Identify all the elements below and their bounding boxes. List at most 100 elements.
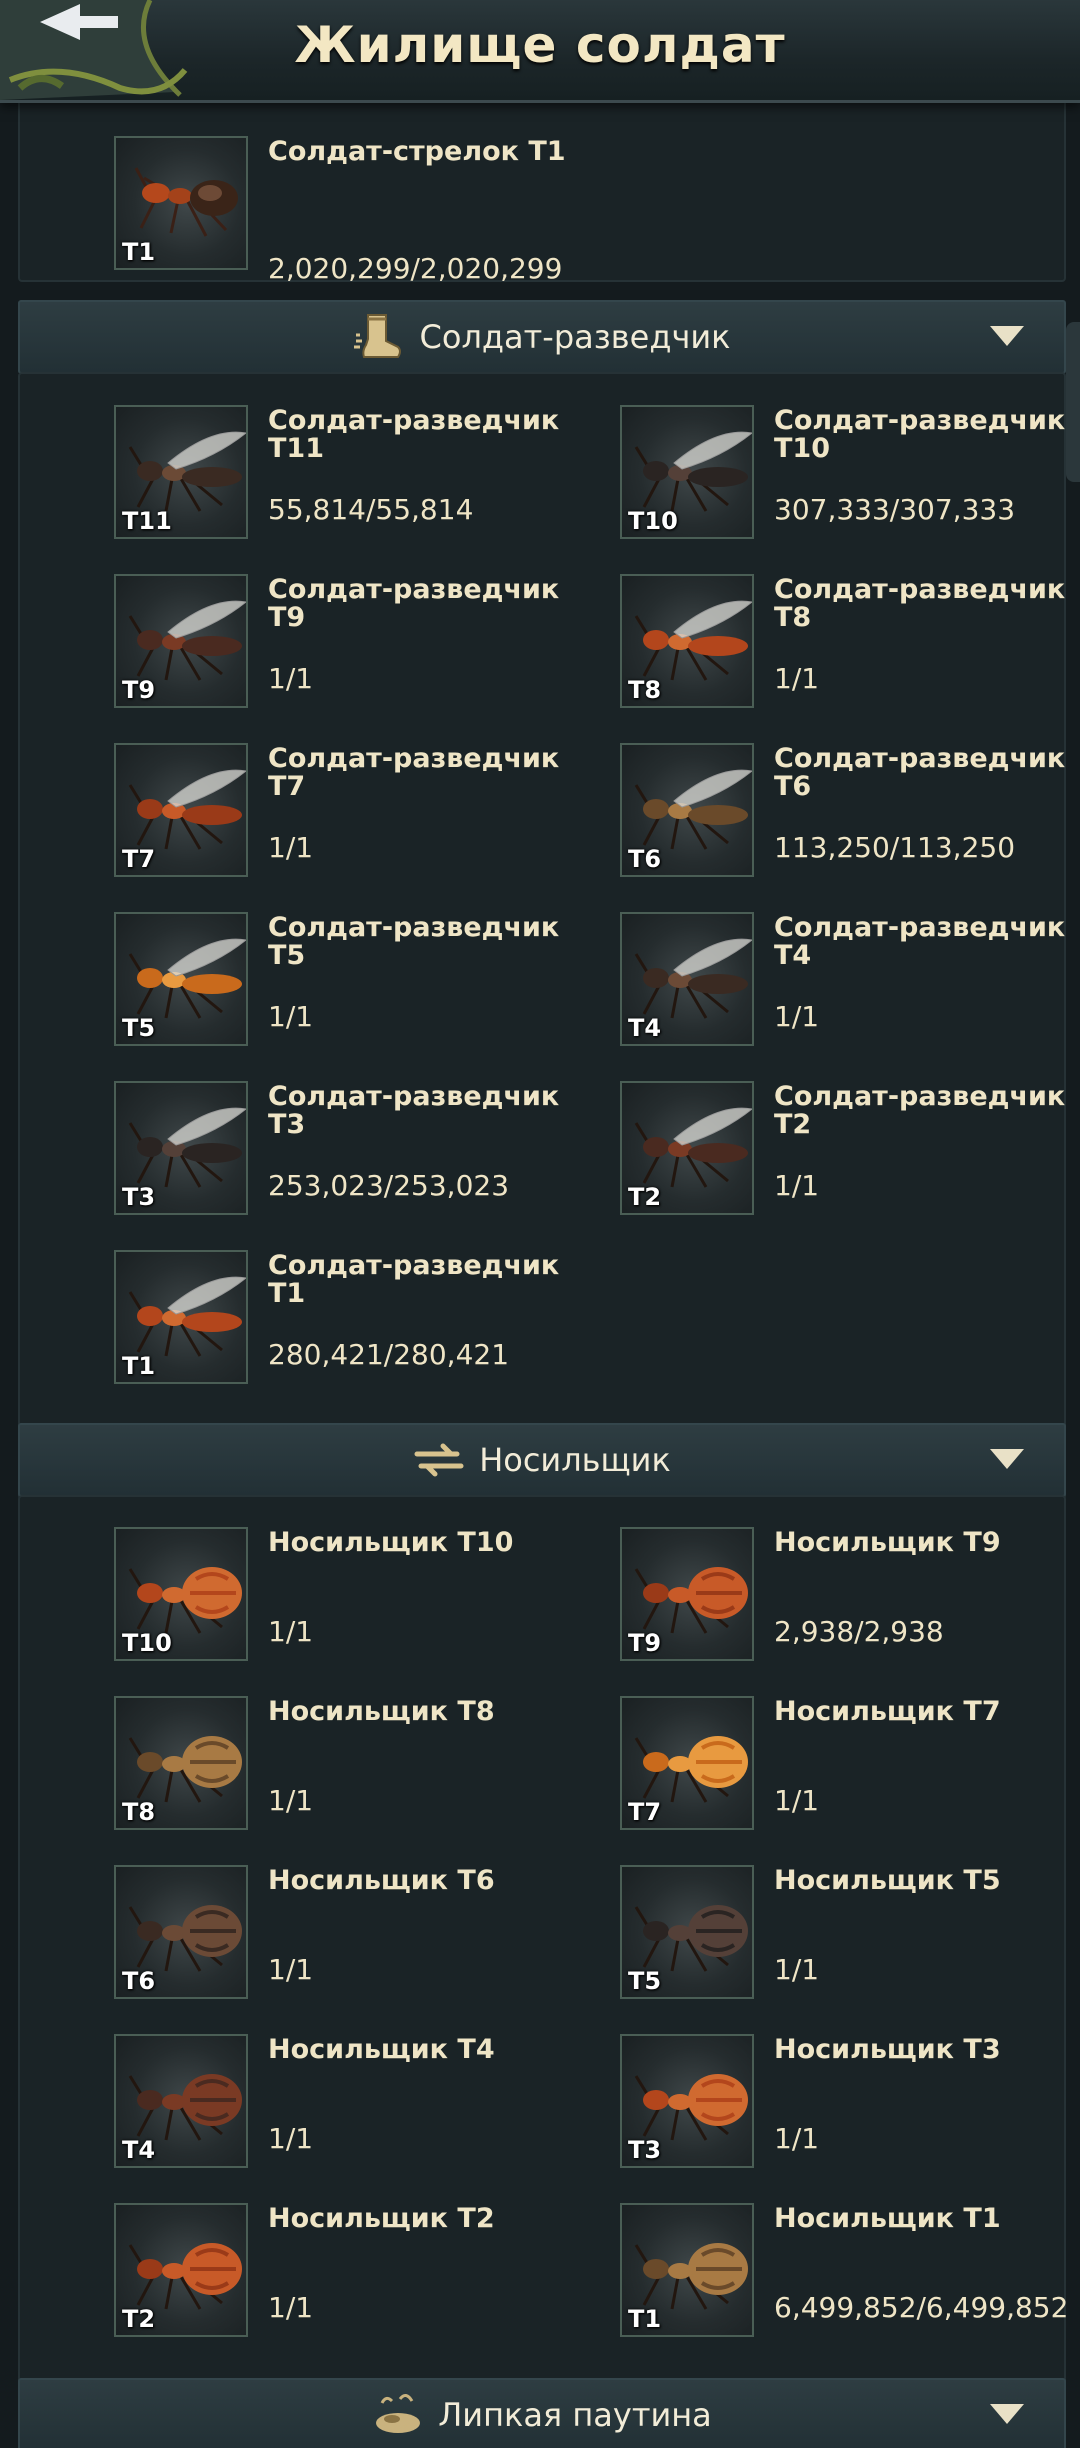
tier-label: T9: [628, 1629, 662, 1657]
unit-card: T6 Солдат-разведчик T6 113,250/113,250: [620, 743, 1080, 883]
unit-card: T3 Солдат-разведчик T3 253,023/253,023: [114, 1081, 594, 1221]
unit-count: 2,020,299/2,020,299: [268, 252, 563, 285]
unit-card: T8 Солдат-разведчик T8 1/1: [620, 574, 1080, 714]
unit-portrait[interactable]: T9: [114, 574, 248, 708]
tier-label: T8: [628, 676, 662, 704]
unit-card: T6 Носильщик T6 1/1: [114, 1865, 594, 2005]
unit-portrait[interactable]: T8: [114, 1696, 248, 1830]
unit-name: Солдат-разведчик T1: [268, 1250, 560, 1309]
unit-name: Носильщик T3: [774, 2034, 1001, 2065]
tier-label: T1: [122, 1352, 156, 1380]
unit-portrait[interactable]: T1: [620, 2203, 754, 2337]
unit-count: 280,421/280,421: [268, 1338, 510, 1371]
tier-label: T5: [122, 1014, 156, 1042]
unit-portrait[interactable]: T9: [620, 1527, 754, 1661]
unit-card: T7 Носильщик T7 1/1: [620, 1696, 1080, 1836]
unit-portrait[interactable]: T4: [114, 2034, 248, 2168]
chevron-down-icon[interactable]: [990, 1449, 1024, 1469]
section-title: Липкая паутина: [438, 2396, 712, 2434]
unit-portrait[interactable]: T5: [114, 912, 248, 1046]
unit-portrait[interactable]: T11: [114, 405, 248, 539]
unit-portrait[interactable]: T2: [620, 1081, 754, 1215]
section-header-scout[interactable]: Солдат-разведчик: [18, 300, 1066, 374]
unit-portrait[interactable]: T1: [114, 136, 248, 270]
unit-portrait[interactable]: T2: [114, 2203, 248, 2337]
section-title: Носильщик: [479, 1441, 671, 1479]
unit-count: 1/1: [774, 1784, 820, 1817]
unit-portrait[interactable]: T4: [620, 912, 754, 1046]
unit-portrait[interactable]: T10: [620, 405, 754, 539]
unit-card: T11 Солдат-разведчик T11 55,814/55,814: [114, 405, 594, 545]
unit-card: T8 Носильщик T8 1/1: [114, 1696, 594, 1836]
unit-count: 1/1: [774, 662, 820, 695]
tier-label: T7: [628, 1798, 662, 1826]
unit-portrait[interactable]: T1: [114, 1250, 248, 1384]
unit-portrait[interactable]: T7: [620, 1696, 754, 1830]
unit-portrait[interactable]: T6: [114, 1865, 248, 1999]
tier-label: T11: [122, 507, 172, 535]
unit-portrait[interactable]: T7: [114, 743, 248, 877]
unit-name: Солдат-разведчик T9: [268, 574, 560, 633]
unit-count: 1/1: [268, 2122, 314, 2155]
page-title: Жилище солдат: [294, 16, 786, 74]
scrollbar[interactable]: [1066, 322, 1080, 482]
unit-name: Носильщик T8: [268, 1696, 495, 1727]
web-icon: [376, 2394, 421, 2433]
unit-count: 6,499,852/6,499,852: [774, 2291, 1069, 2324]
unit-card: T2 Солдат-разведчик T2 1/1: [620, 1081, 1080, 1221]
unit-card: T1 Носильщик T1 6,499,852/6,499,852: [620, 2203, 1080, 2343]
unit-portrait[interactable]: T5: [620, 1865, 754, 1999]
unit-count: 1/1: [268, 831, 314, 864]
unit-name: Солдат-разведчик T3: [268, 1081, 560, 1140]
unit-shooter-t1: T1 Солдат-стрелок T1 2,020,299/2,020,299: [114, 136, 594, 285]
unit-count: 1/1: [268, 1784, 314, 1817]
tier-label: T5: [628, 1967, 662, 1995]
unit-count: 1/1: [268, 2291, 314, 2324]
unit-count: 307,333/307,333: [774, 493, 1016, 526]
unit-card: T2 Носильщик T2 1/1: [114, 2203, 594, 2343]
unit-portrait[interactable]: T8: [620, 574, 754, 708]
unit-card: T1 Солдат-разведчик T1 280,421/280,421: [114, 1250, 594, 1390]
section-header-web[interactable]: Липкая паутина: [18, 2378, 1066, 2448]
top-bar: Жилище солдат: [0, 0, 1080, 103]
unit-name: Солдат-разведчик T10: [774, 405, 1066, 464]
tier-label: T1: [628, 2305, 662, 2333]
tier-label: T9: [122, 676, 156, 704]
unit-portrait[interactable]: T3: [620, 2034, 754, 2168]
unit-card: T10 Носильщик T10 1/1: [114, 1527, 594, 1667]
unit-card: T7 Солдат-разведчик T7 1/1: [114, 743, 594, 883]
unit-count: 253,023/253,023: [268, 1169, 510, 1202]
unit-name: Носильщик T5: [774, 1865, 1001, 1896]
tier-label: T7: [122, 845, 156, 873]
chevron-down-icon[interactable]: [990, 326, 1024, 346]
unit-name: Носильщик T1: [774, 2203, 1001, 2234]
unit-name: Солдат-разведчик T11: [268, 405, 560, 464]
tier-label: T4: [628, 1014, 662, 1042]
unit-count: 113,250/113,250: [774, 831, 1016, 864]
unit-name: Солдат-разведчик T8: [774, 574, 1066, 633]
chevron-down-icon[interactable]: [990, 2404, 1024, 2424]
unit-card: T9 Носильщик T9 2,938/2,938: [620, 1527, 1080, 1667]
boot-icon: [353, 314, 401, 358]
unit-card: T3 Носильщик T3 1/1: [620, 2034, 1080, 2174]
unit-count: 1/1: [774, 1953, 820, 1986]
barracks-list[interactable]: T1 Солдат-стрелок T1 2,020,299/2,020,299…: [0, 100, 1080, 2448]
unit-name: Носильщик T4: [268, 2034, 495, 2065]
unit-count: 1/1: [268, 662, 314, 695]
unit-count: 1/1: [268, 1953, 314, 1986]
unit-portrait[interactable]: T10: [114, 1527, 248, 1661]
unit-name: Солдат-разведчик T5: [268, 912, 560, 971]
unit-count: 1/1: [774, 2122, 820, 2155]
tier-label: T4: [122, 2136, 156, 2164]
tier-label: T8: [122, 1798, 156, 1826]
unit-portrait[interactable]: T6: [620, 743, 754, 877]
section-header-carrier[interactable]: Носильщик: [18, 1423, 1066, 1497]
unit-name: Солдат-стрелок T1: [268, 136, 566, 167]
unit-portrait[interactable]: T3: [114, 1081, 248, 1215]
tier-label: T10: [628, 507, 678, 535]
unit-card: T5 Носильщик T5 1/1: [620, 1865, 1080, 2005]
unit-card: T5 Солдат-разведчик T5 1/1: [114, 912, 594, 1052]
unit-count: 1/1: [774, 1000, 820, 1033]
tier-label: T2: [122, 2305, 156, 2333]
unit-name: Носильщик T10: [268, 1527, 514, 1558]
